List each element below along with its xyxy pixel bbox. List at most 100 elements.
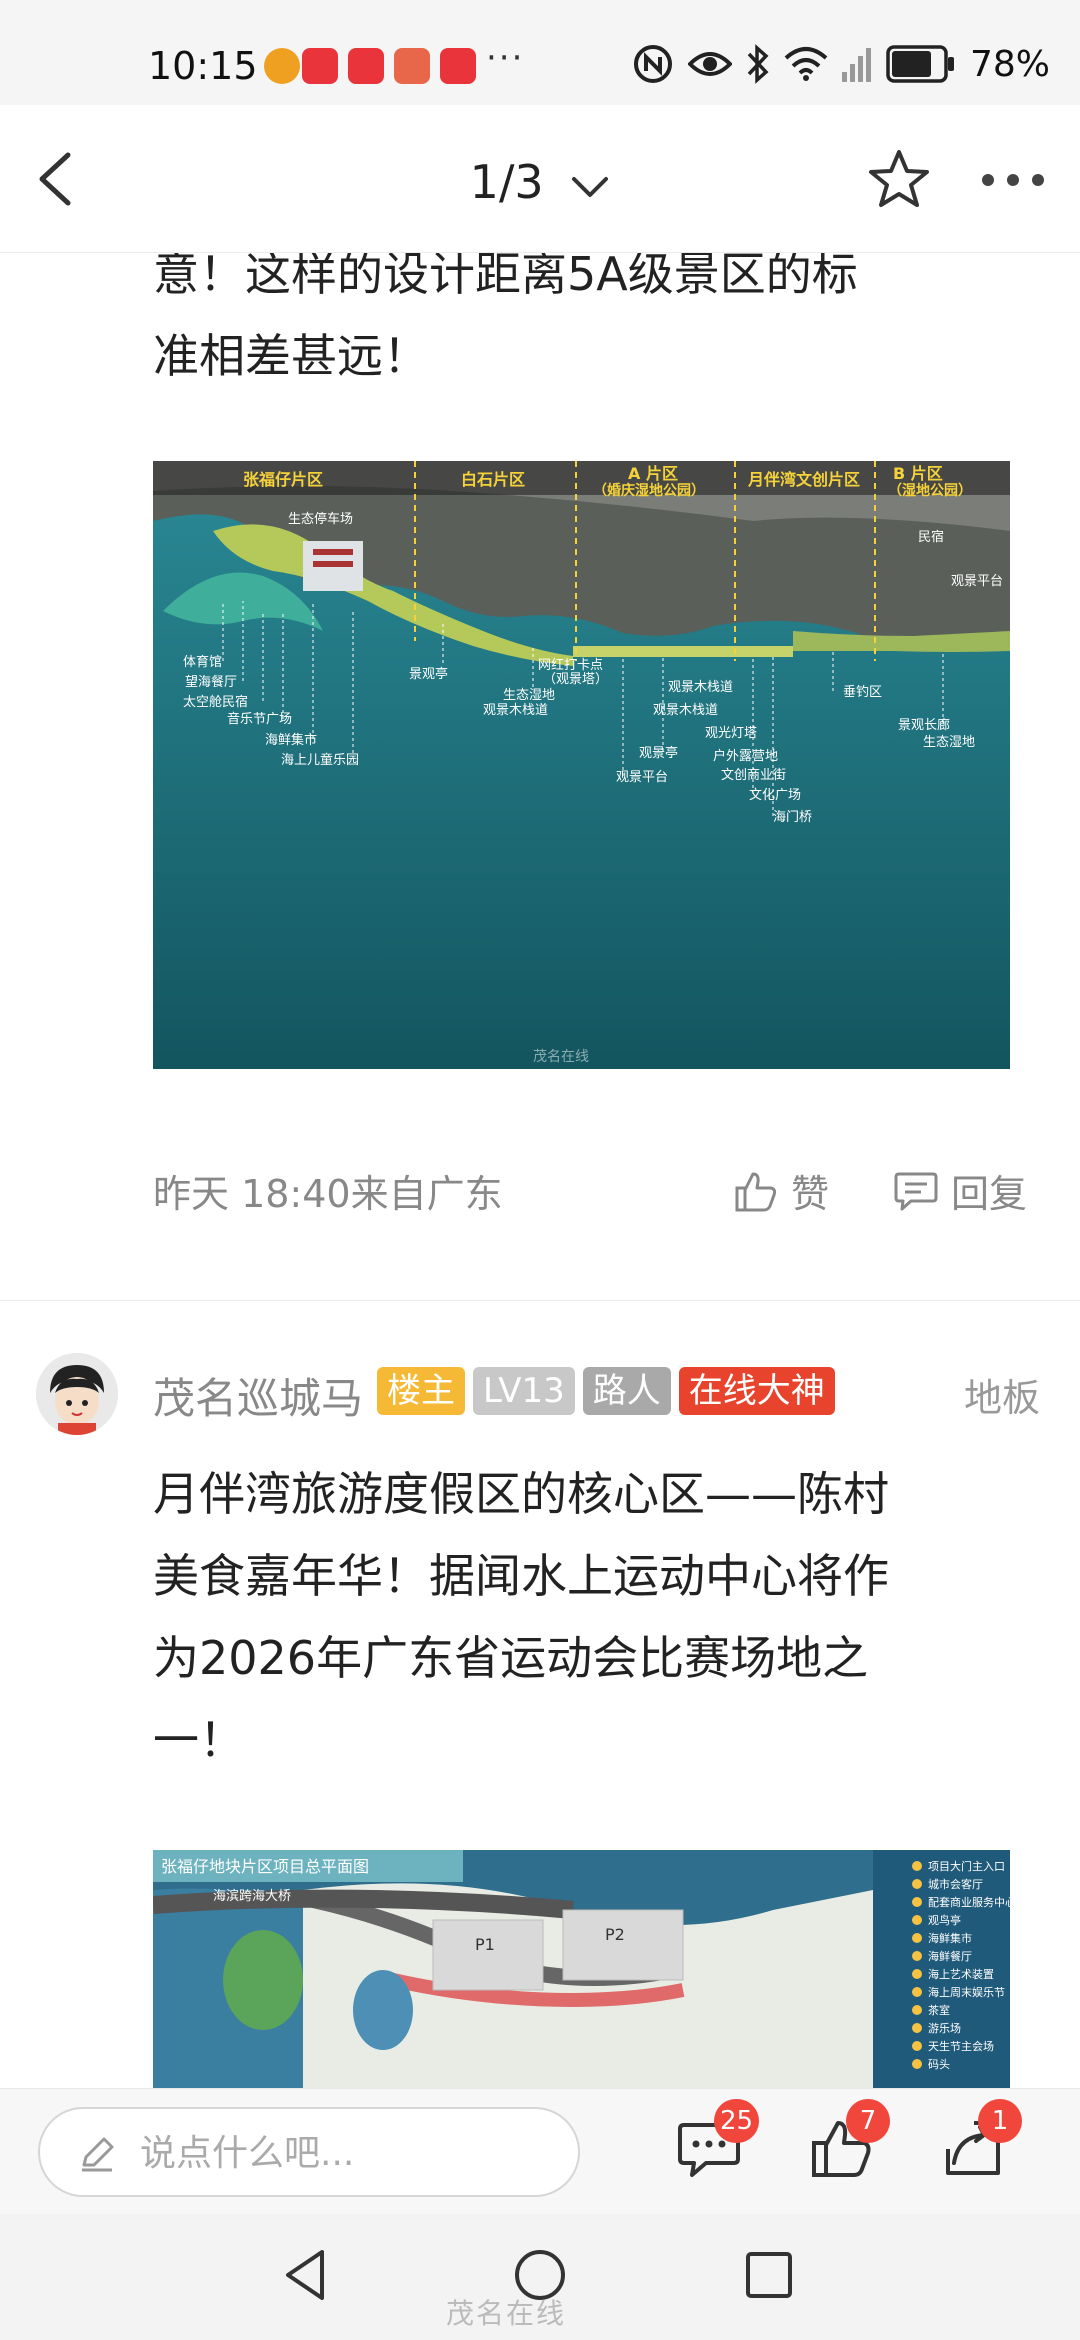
nav-bar: 1/3 xyxy=(0,105,1080,253)
legend-item: 海鲜餐厅 xyxy=(928,1949,972,1963)
system-navigation-bar: 茂名在线 xyxy=(0,2214,1080,2340)
xiaohongshu-icon xyxy=(440,48,476,84)
eye-icon xyxy=(687,52,732,76)
status-right: 78% xyxy=(632,42,1050,86)
legend-item: 观鸟亭 xyxy=(928,1913,961,1927)
map-label: 文创商业街 xyxy=(721,768,786,783)
nfc-icon xyxy=(633,45,672,83)
divider xyxy=(0,1300,1080,1301)
zone-label: 月伴湾文创片区 xyxy=(747,470,860,489)
legend-item: 配套商业服务中心 xyxy=(928,1895,1010,1909)
map-label: （观景塔） xyxy=(543,672,608,687)
map-label: 海门桥 xyxy=(773,810,812,825)
map-label: 民宿 xyxy=(918,529,944,545)
map-label: 观光灯塔 xyxy=(705,726,757,741)
post-timestamp: 昨天 18:40来自广东 xyxy=(153,1172,503,1216)
image-watermark: 茂名在线 xyxy=(533,1048,589,1065)
status-time: 10:15 xyxy=(148,44,258,88)
likes-button[interactable]: 7 xyxy=(808,2099,890,2181)
map-label: 体育馆 xyxy=(183,654,222,670)
reply-text: 月伴湾旅游度假区的核心区——陈村 美食嘉年华！据闻水上运动中心将作 为2026年… xyxy=(153,1453,1023,1781)
map-label: 观景亭 xyxy=(639,745,678,761)
legend-item: 码头 xyxy=(928,2058,950,2071)
status-more: ··· xyxy=(486,38,525,78)
bluetooth-icon xyxy=(747,44,769,84)
signal-icon xyxy=(841,48,871,82)
star-icon[interactable] xyxy=(866,147,932,213)
legend-item: 游乐场 xyxy=(928,2021,961,2035)
share-count: 1 xyxy=(978,2099,1022,2143)
map-label: 生态湿地 xyxy=(503,688,555,703)
location-app-icon xyxy=(264,48,300,84)
post-text-line: 准相差甚远！ xyxy=(153,329,429,383)
reply-text-line: 月伴湾旅游度假区的核心区——陈村 xyxy=(153,1467,889,1521)
legend-item: 茶室 xyxy=(928,2003,950,2017)
bottom-action-bar: 25 7 1 xyxy=(0,2088,1080,2214)
thumbs-up-icon xyxy=(735,1172,777,1211)
zone-label: 白石片区 xyxy=(461,470,525,489)
reply-button[interactable]: 回复 xyxy=(893,1163,1027,1218)
chevron-down-icon xyxy=(572,176,609,197)
user-badges: 楼主 LV13 路人 在线大神 xyxy=(377,1367,835,1415)
legend-item: 海鲜集市 xyxy=(928,1931,972,1945)
xiaohongshu-icon xyxy=(348,48,384,84)
masterplan-aerial-image[interactable]: 张福仔片区 白石片区 A 片区 （婚庆湿地公园） 月伴湾文创片区 B 片区 （湿… xyxy=(153,461,1010,1069)
pencil-icon xyxy=(82,2137,114,2172)
map-label: 太空舱民宿 xyxy=(183,694,248,710)
map-label: 观景木栈道 xyxy=(483,703,548,718)
map-label: 生态停车场 xyxy=(288,511,353,527)
avatar-image xyxy=(36,1353,118,1435)
xiaohongshu-icon xyxy=(302,48,338,84)
recents-square-icon[interactable] xyxy=(734,2240,804,2310)
avatar[interactable] xyxy=(36,1353,118,1435)
zone-label: 张福仔片区 xyxy=(243,470,323,489)
role-badge: 路人 xyxy=(582,1367,671,1415)
comment-input[interactable] xyxy=(140,2125,560,2181)
likes-count: 7 xyxy=(846,2099,890,2143)
page-indicator: 1/3 xyxy=(469,155,544,209)
map-label: 户外露营地 xyxy=(713,748,778,764)
map-label: 海鲜集市 xyxy=(265,732,317,748)
like-label: 赞 xyxy=(791,1172,830,1216)
zone-label: A 片区 xyxy=(628,464,678,483)
map-label: 观景平台 xyxy=(616,770,668,785)
status-bar: 10:15 ··· 78% xyxy=(0,0,1080,105)
plot-label: P1 xyxy=(475,1935,495,1954)
wifi-icon xyxy=(784,47,828,81)
more-options-icon[interactable] xyxy=(978,165,1048,195)
battery-icon xyxy=(886,45,954,83)
comment-input-box[interactable] xyxy=(38,2107,580,2197)
owner-badge: 楼主 xyxy=(377,1367,465,1415)
bridge-label: 海滨跨海大桥 xyxy=(213,1888,291,1904)
post-text-line: 意！这样的设计距离5A级景区的标 xyxy=(153,253,858,301)
map-label: 观景平台 xyxy=(951,574,1003,589)
map-label: 垂钓区 xyxy=(843,685,882,700)
reply-header: 茂名巡城马 楼主 LV13 路人 在线大神 地板 xyxy=(0,1353,1080,1443)
thread-content[interactable]: 意！这样的设计距离5A级景区的标 准相差甚远！ 张福仔片区 白石片区 A 片区 … xyxy=(0,253,1080,2088)
legend-item: 海上艺术装置 xyxy=(928,1967,994,1981)
reply-text-line: 美食嘉年华！据闻水上运动中心将作 xyxy=(153,1549,889,1603)
map-label: 音乐节广场 xyxy=(227,711,292,727)
map-label: 景观亭 xyxy=(409,666,448,682)
title-badge: 在线大神 xyxy=(678,1367,835,1415)
post-text: 意！这样的设计距离5A级景区的标 准相差甚远！ xyxy=(153,253,1023,397)
legend-item: 海上周末娱乐节 xyxy=(928,1985,1005,1999)
legend-item: 天生节主会场 xyxy=(928,2039,994,2053)
username[interactable]: 茂名巡城马 xyxy=(153,1365,363,1426)
post-meta: 昨天 18:40来自广东 赞 回复 xyxy=(153,1163,1033,1223)
like-button[interactable]: 赞 xyxy=(733,1163,829,1218)
comments-button[interactable]: 25 xyxy=(676,2099,760,2181)
map-label: 观景木栈道 xyxy=(653,703,718,718)
comment-icon xyxy=(894,1172,938,1210)
site-plan-image[interactable]: P1 P2 张福仔地块片区项目总平面图 海滨跨海大桥 项目大门主入口 城市会客厅… xyxy=(153,1850,1010,2088)
huawei-app-icon xyxy=(394,48,430,84)
plan-title: 张福仔地块片区项目总平面图 xyxy=(161,1857,369,1876)
share-button[interactable]: 1 xyxy=(940,2099,1022,2181)
comments-count: 25 xyxy=(714,2099,760,2143)
back-triangle-icon[interactable] xyxy=(272,2240,342,2310)
map-label: 生态湿地 xyxy=(923,735,975,750)
map-label: 观景木栈道 xyxy=(668,680,733,695)
reply-text-line: 为2026年广东省运动会比赛场地之 xyxy=(153,1631,869,1685)
map-label: 文化广场 xyxy=(749,788,801,803)
map-label: 望海餐厅 xyxy=(185,674,237,690)
